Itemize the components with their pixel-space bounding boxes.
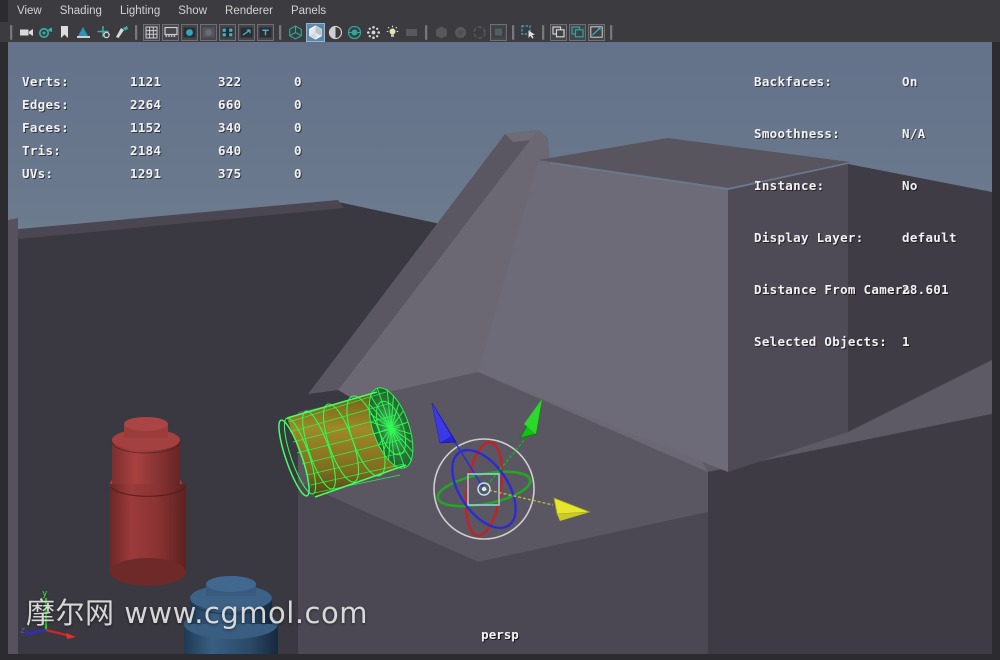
bookmark-icon[interactable] [56, 24, 73, 41]
viewport-left-border [0, 42, 8, 660]
two-d-pan-zoom-icon[interactable] [94, 24, 111, 41]
menu-panels[interactable]: Panels [282, 0, 335, 22]
paint-effects-icon[interactable] [113, 24, 130, 41]
toolbar-separator [512, 24, 515, 40]
camera-attributes-icon[interactable] [37, 24, 54, 41]
toolbar-separator [425, 24, 428, 40]
toolbar-separator [135, 24, 138, 40]
red-canister [110, 417, 186, 586]
site-watermark: 摩尔网 www.cgmol.com [26, 596, 368, 630]
toolbar-separator [279, 24, 282, 40]
hud-row-selected-objects: Selected Objects: 1 [754, 334, 910, 349]
toolbar-separator [610, 24, 613, 40]
menu-lighting[interactable]: Lighting [111, 0, 169, 22]
hud-row-verts: Verts: 1121 322 0 [22, 74, 302, 89]
maya-viewport-window: View Shading Lighting Show Renderer Pane… [0, 0, 1000, 660]
hud-object-details: Backfaces: On Smoothness: N/A Instance: … [754, 44, 957, 386]
grid-icon[interactable] [143, 23, 160, 41]
hardware-texturing-icon[interactable] [346, 24, 363, 41]
menu-shading[interactable]: Shading [51, 0, 111, 22]
hud-row-backfaces: Backfaces: On [754, 74, 918, 89]
viewport-menubar: View Shading Lighting Show Renderer Pane… [0, 0, 1000, 23]
toolbar-separator [542, 24, 545, 40]
toolbar-separator [10, 24, 13, 40]
menu-view[interactable]: View [8, 0, 51, 22]
hud-row-tris: Tris: 2184 640 0 [22, 143, 302, 158]
multisample-icon[interactable] [490, 23, 507, 41]
xray-icon[interactable] [365, 24, 382, 41]
hud-poly-count: Verts: 1121 322 0 Edges: 2264 660 0 Face… [22, 44, 302, 219]
shaded-wireframe-icon[interactable] [327, 24, 344, 41]
hud-row-edges: Edges: 2264 660 0 [22, 97, 302, 112]
use-all-lights-icon[interactable] [403, 24, 420, 41]
hud-row-distance-from-camera: Distance From Camera 28.601 [754, 282, 949, 297]
film-gate-icon[interactable] [162, 23, 179, 41]
smooth-shade-icon[interactable] [306, 22, 325, 42]
camera-name-label: persp [481, 627, 519, 642]
isolate-select-icon[interactable] [520, 24, 537, 41]
resolution-gate-icon[interactable] [181, 23, 198, 41]
menubar-left-gutter [0, 0, 8, 22]
hud-row-instance: Instance: No [754, 178, 918, 193]
motion-blur-icon[interactable] [471, 24, 488, 41]
use-default-lighting-icon[interactable] [384, 24, 401, 41]
camera-icon[interactable] [18, 24, 35, 41]
gate-mask-icon[interactable] [200, 23, 217, 41]
hud-row-uvs: UVs: 1291 375 0 [22, 166, 302, 181]
wireframe-icon[interactable] [287, 24, 304, 41]
menu-show[interactable]: Show [169, 0, 216, 22]
menu-renderer[interactable]: Renderer [216, 0, 282, 22]
snapshot-icon[interactable] [588, 23, 605, 41]
viewport-icon-toolbar [0, 22, 1000, 43]
field-chart-icon[interactable] [219, 23, 236, 41]
viewport-right-border [992, 42, 1000, 660]
occlusion-icon[interactable] [452, 24, 469, 41]
copy-panel-icon[interactable] [569, 23, 586, 41]
safe-title-icon[interactable] [257, 23, 274, 41]
viewport-bottom-border [0, 654, 1000, 660]
hud-row-faces: Faces: 1152 340 0 [22, 120, 302, 135]
left-wall-sliver [8, 218, 18, 654]
hud-row-smoothness: Smoothness: N/A [754, 126, 926, 141]
shadows-icon[interactable] [433, 24, 450, 41]
panel-layout-icon[interactable] [550, 23, 567, 41]
safe-action-icon[interactable] [238, 23, 255, 41]
hud-row-display-layer: Display Layer: default [754, 230, 957, 245]
image-plane-icon[interactable] [75, 24, 92, 41]
perspective-viewport[interactable]: Verts: 1121 322 0 Edges: 2264 660 0 Face… [8, 42, 992, 654]
